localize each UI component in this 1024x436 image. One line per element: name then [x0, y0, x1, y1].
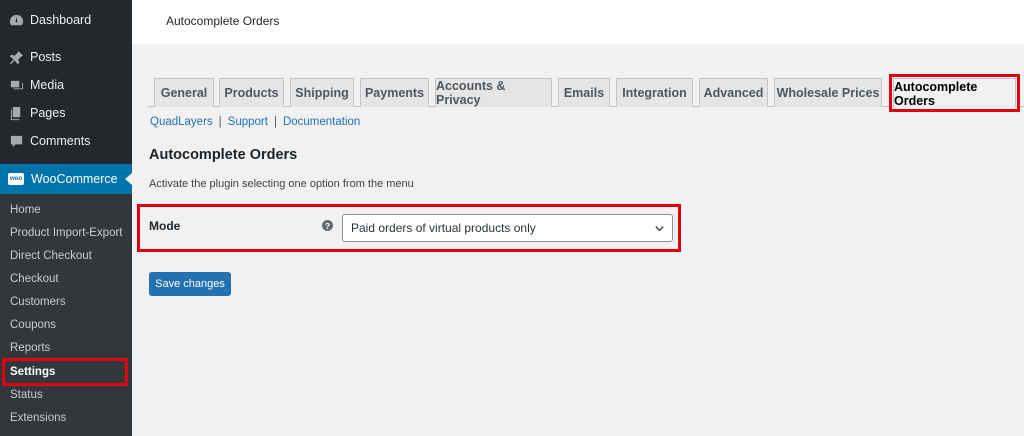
media-icon — [8, 77, 24, 93]
comment-icon — [8, 133, 24, 149]
link-quadlayers[interactable]: QuadLayers — [150, 116, 213, 128]
plugin-links: QuadLayers | Support | Documentation — [150, 116, 360, 128]
chevron-down-icon — [655, 226, 664, 232]
tab-integration[interactable]: Integration — [616, 78, 693, 107]
menu-media[interactable]: Media — [0, 71, 132, 99]
submenu-checkout[interactable]: Checkout — [10, 273, 59, 285]
settings-highlight — [2, 358, 128, 386]
help-icon[interactable]: ? — [322, 220, 333, 231]
menu-dashboard[interactable]: Dashboard — [0, 6, 132, 34]
dashboard-icon — [8, 12, 24, 28]
section-title: Autocomplete Orders — [149, 147, 298, 163]
admin-sidebar: Dashboard Posts Media Pages Comments woo… — [0, 0, 132, 436]
submenu-customers[interactable]: Customers — [10, 296, 66, 308]
tab-advanced[interactable]: Advanced — [699, 78, 768, 107]
mode-selected-value: Paid orders of virtual products only — [351, 221, 536, 235]
mode-label: Mode — [149, 219, 181, 233]
save-changes-button[interactable]: Save changes — [149, 272, 231, 296]
link-separator: | — [273, 116, 277, 128]
link-documentation[interactable]: Documentation — [283, 116, 360, 128]
menu-woocommerce[interactable]: woo WooCommerce — [0, 164, 132, 194]
submenu-extensions[interactable]: Extensions — [10, 412, 66, 424]
submenu-home[interactable]: Home — [10, 204, 41, 216]
tab-emails[interactable]: Emails — [558, 78, 610, 107]
tab-products[interactable]: Products — [219, 78, 284, 107]
pages-icon — [8, 105, 24, 121]
submenu-direct-checkout[interactable]: Direct Checkout — [10, 250, 92, 262]
menu-media-label: Media — [30, 78, 65, 92]
menu-posts[interactable]: Posts — [0, 43, 132, 71]
submenu-coupons[interactable]: Coupons — [10, 319, 56, 331]
page-header: Autocomplete Orders — [132, 0, 1024, 44]
menu-dashboard-label: Dashboard — [30, 13, 92, 27]
menu-pages[interactable]: Pages — [0, 99, 132, 127]
tab-accounts-privacy[interactable]: Accounts & Privacy — [435, 78, 552, 107]
tab-general[interactable]: General — [154, 78, 214, 107]
menu-woocommerce-label: WooCommerce — [31, 172, 118, 186]
menu-comments-label: Comments — [30, 134, 91, 148]
header-title: Autocomplete Orders — [166, 14, 280, 28]
pin-icon — [8, 49, 24, 65]
submenu-reports[interactable]: Reports — [10, 342, 50, 354]
menu-comments[interactable]: Comments — [0, 127, 132, 155]
submenu-product-import-export[interactable]: Product Import-Export — [10, 227, 122, 239]
woocommerce-icon: woo — [8, 173, 24, 185]
tab-wholesale-prices[interactable]: Wholesale Prices — [774, 78, 882, 107]
tab-shipping[interactable]: Shipping — [290, 78, 354, 107]
menu-pages-label: Pages — [30, 106, 66, 120]
link-separator: | — [218, 116, 222, 128]
tab-payments[interactable]: Payments — [360, 78, 429, 107]
link-support[interactable]: Support — [228, 116, 268, 128]
mode-select[interactable]: Paid orders of virtual products only — [342, 214, 673, 242]
section-description: Activate the plugin selecting one option… — [149, 178, 414, 190]
tab-highlight — [889, 74, 1020, 112]
submenu-status[interactable]: Status — [10, 389, 43, 401]
menu-posts-label: Posts — [30, 50, 62, 64]
